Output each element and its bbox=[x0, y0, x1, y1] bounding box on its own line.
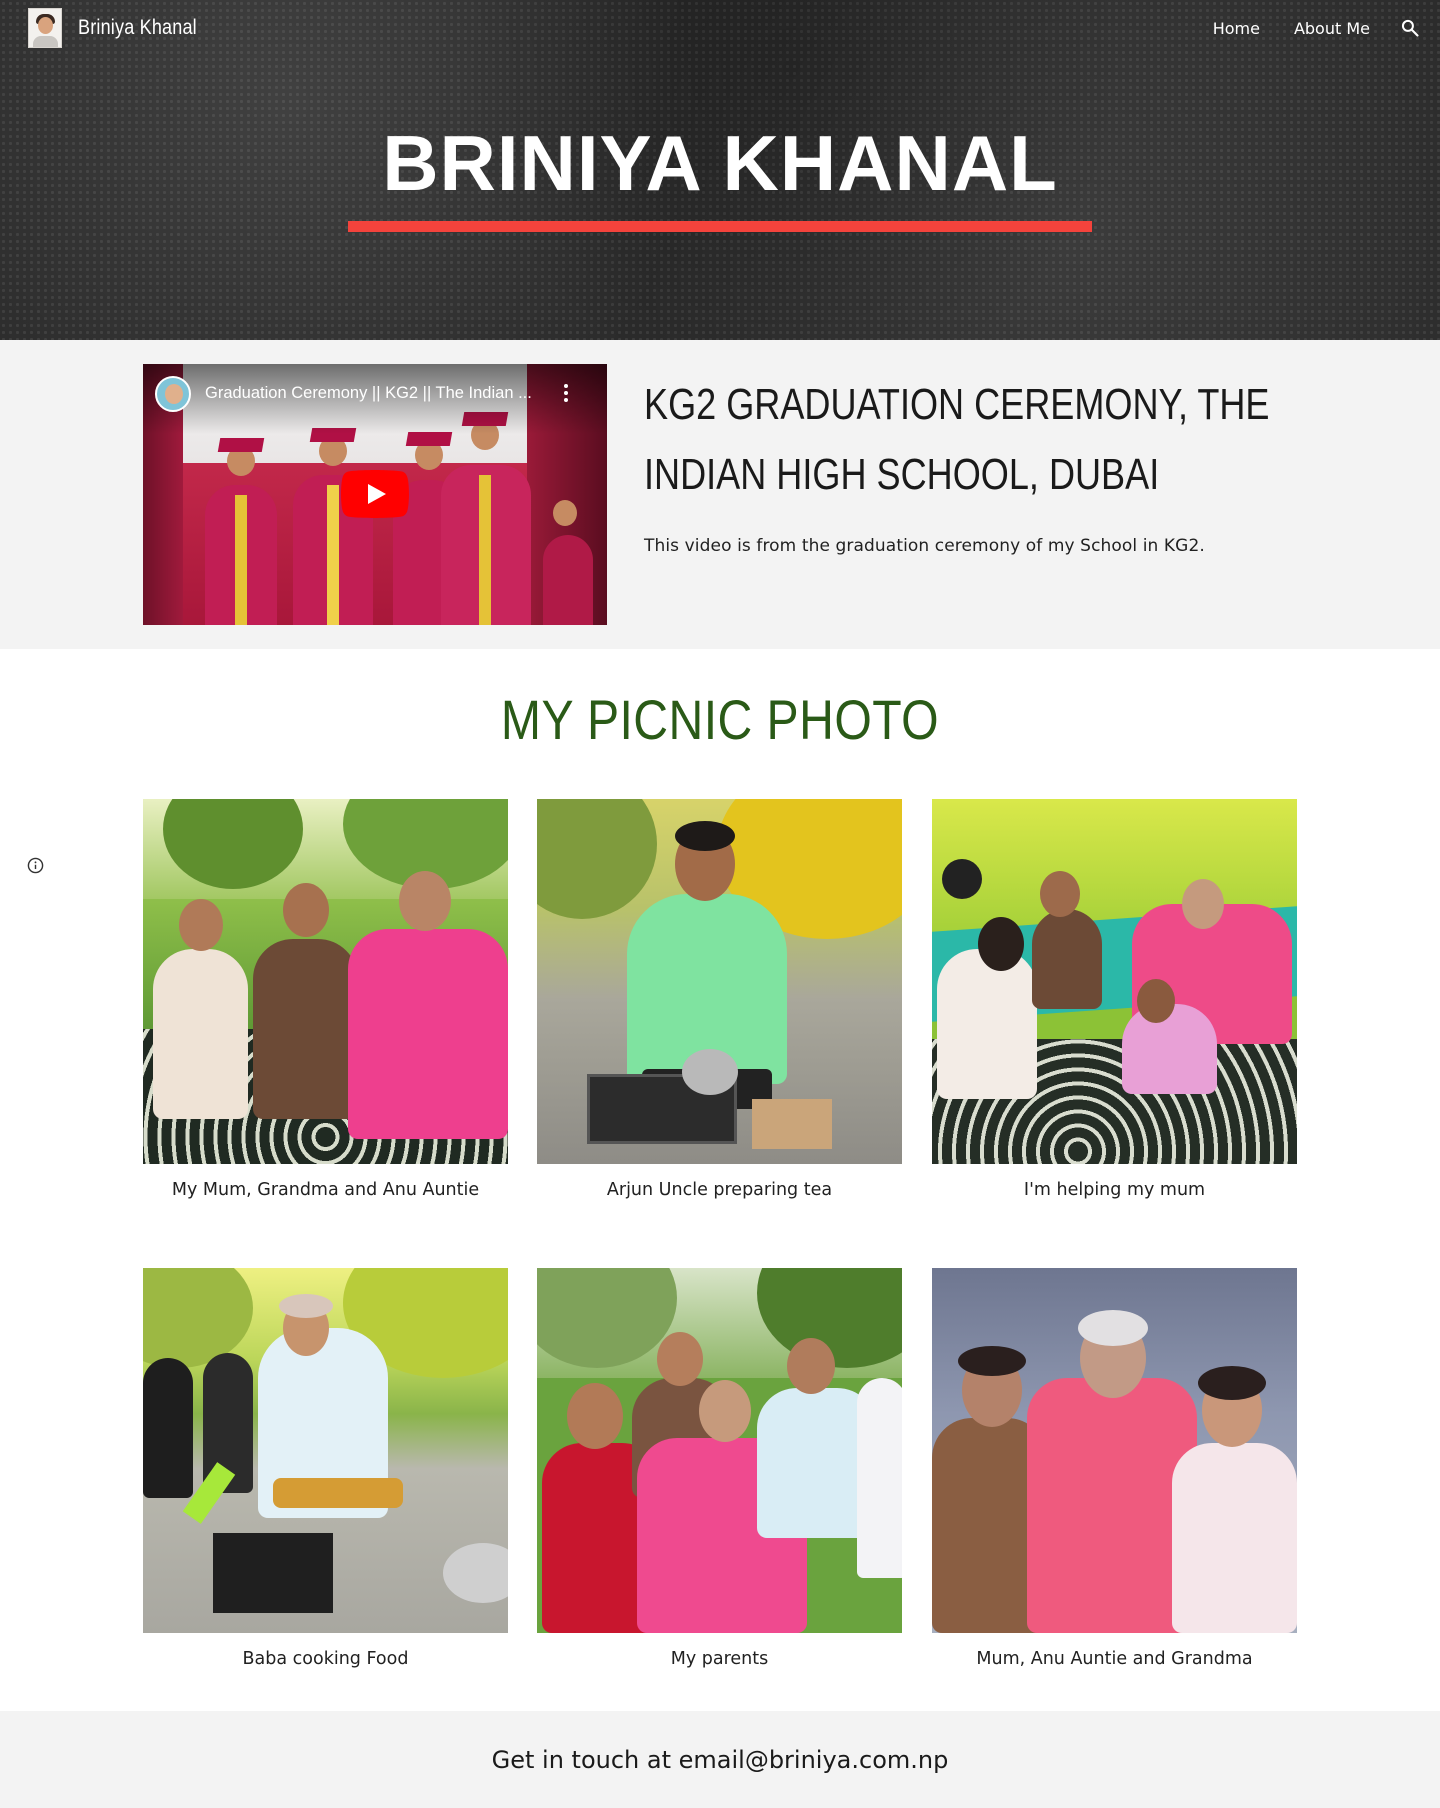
picnic-photo[interactable] bbox=[537, 799, 902, 1164]
gallery-item: I'm helping my mum bbox=[932, 799, 1297, 1200]
footer: Get in touch at email@briniya.com.np bbox=[0, 1711, 1440, 1808]
gallery-item: My Mum, Grandma and Anu Auntie bbox=[143, 799, 508, 1200]
hero-title: BRINIYA KHANAL bbox=[382, 119, 1058, 207]
gallery-item: Arjun Uncle preparing tea bbox=[537, 799, 902, 1200]
video-title[interactable]: Graduation Ceremony || KG2 || The Indian… bbox=[205, 384, 532, 403]
contact-text: Get in touch at email@briniya.com.np bbox=[491, 1745, 949, 1774]
picnic-gallery-section: MY PICNIC PHOTO My Mum, Grandma and Anu … bbox=[0, 649, 1440, 1711]
site-header: Briniya Khanal Home About Me BRINIYA KHA… bbox=[0, 0, 1440, 340]
nav-link-home[interactable]: Home bbox=[1213, 19, 1260, 38]
youtube-video-embed[interactable]: Graduation Ceremony || KG2 || The Indian… bbox=[143, 364, 607, 625]
main-nav: Home About Me bbox=[1179, 18, 1420, 38]
photo-caption: Arjun Uncle preparing tea bbox=[606, 1180, 833, 1200]
channel-avatar[interactable] bbox=[155, 376, 191, 412]
hero-accent-divider bbox=[348, 221, 1092, 232]
play-button-icon[interactable] bbox=[341, 470, 409, 518]
photo-caption: My parents bbox=[670, 1649, 769, 1669]
picnic-photo[interactable] bbox=[143, 1268, 508, 1633]
picnic-photo[interactable] bbox=[143, 799, 508, 1164]
picnic-photo[interactable] bbox=[537, 1268, 902, 1633]
gallery-item: Baba cooking Food bbox=[143, 1268, 508, 1669]
picnic-photo[interactable] bbox=[932, 799, 1297, 1164]
photo-caption: My Mum, Grandma and Anu Auntie bbox=[171, 1180, 480, 1200]
site-title[interactable]: Briniya Khanal bbox=[78, 16, 197, 40]
nav-link-about-me[interactable]: About Me bbox=[1294, 19, 1370, 38]
search-icon[interactable] bbox=[1400, 18, 1420, 38]
video-description: This video is from the graduation ceremo… bbox=[644, 536, 1205, 556]
photo-caption: Baba cooking Food bbox=[242, 1649, 409, 1669]
more-options-icon[interactable] bbox=[561, 382, 571, 406]
video-text-block: KG2 Graduation Ceremony, The Indian High… bbox=[644, 370, 1294, 573]
picnic-photo[interactable] bbox=[932, 1268, 1297, 1633]
photo-caption: I'm helping my mum bbox=[1023, 1180, 1206, 1200]
gallery-item: Mum, Anu Auntie and Grandma bbox=[932, 1268, 1297, 1669]
photo-caption: Mum, Anu Auntie and Grandma bbox=[976, 1649, 1253, 1669]
info-icon[interactable] bbox=[27, 857, 44, 874]
site-logo-avatar[interactable] bbox=[28, 8, 62, 48]
top-navigation-bar: Briniya Khanal Home About Me bbox=[0, 0, 1440, 56]
gallery-item: My parents bbox=[537, 1268, 902, 1669]
video-section: Graduation Ceremony || KG2 || The Indian… bbox=[0, 340, 1440, 649]
video-heading: KG2 Graduation Ceremony, The Indian High… bbox=[644, 380, 1270, 499]
gallery-title: MY PICNIC PHOTO bbox=[500, 688, 940, 751]
